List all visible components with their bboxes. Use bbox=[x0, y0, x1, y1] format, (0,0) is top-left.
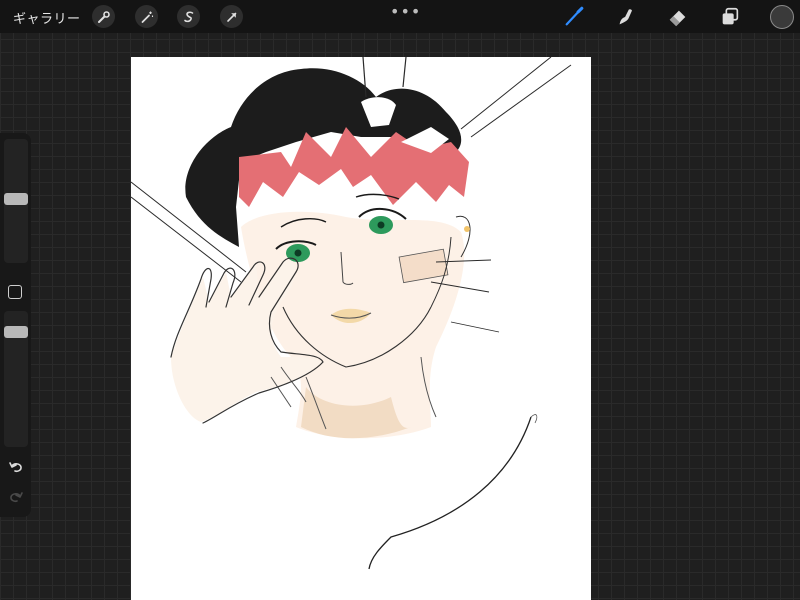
modify-button[interactable] bbox=[8, 285, 22, 299]
adjustments-button[interactable] bbox=[135, 5, 158, 28]
brush-tool-button[interactable] bbox=[562, 5, 586, 29]
selection-button[interactable] bbox=[177, 5, 200, 28]
wrench-icon bbox=[97, 10, 110, 23]
redo-button[interactable] bbox=[7, 488, 25, 506]
brush-size-thumb[interactable] bbox=[4, 192, 28, 205]
more-options-button[interactable]: ••• bbox=[390, 2, 421, 21]
redo-icon bbox=[10, 492, 23, 503]
arrow-cursor-icon bbox=[226, 12, 236, 22]
undo-icon bbox=[9, 462, 22, 473]
smudge-tool-button[interactable] bbox=[614, 5, 638, 29]
left-sidebar bbox=[0, 133, 31, 517]
actions-wrench-button[interactable] bbox=[92, 5, 115, 28]
drawing-canvas[interactable] bbox=[131, 57, 591, 600]
opacity-thumb[interactable] bbox=[4, 325, 28, 338]
brush-icon bbox=[565, 6, 584, 26]
transform-button[interactable] bbox=[220, 5, 243, 28]
artwork bbox=[131, 57, 572, 570]
smudge-icon bbox=[619, 9, 632, 25]
gallery-button[interactable]: ギャラリー bbox=[13, 8, 81, 27]
eraser-icon bbox=[669, 10, 686, 27]
undo-button[interactable] bbox=[7, 458, 25, 476]
selection-s-icon bbox=[183, 11, 193, 22]
layers-icon bbox=[722, 7, 739, 25]
top-toolbar: ギャラリー ••• bbox=[0, 0, 800, 33]
color-picker-button[interactable] bbox=[770, 5, 794, 29]
layers-button[interactable] bbox=[718, 5, 742, 29]
eraser-tool-button[interactable] bbox=[666, 5, 690, 29]
magic-wand-icon bbox=[141, 11, 153, 23]
